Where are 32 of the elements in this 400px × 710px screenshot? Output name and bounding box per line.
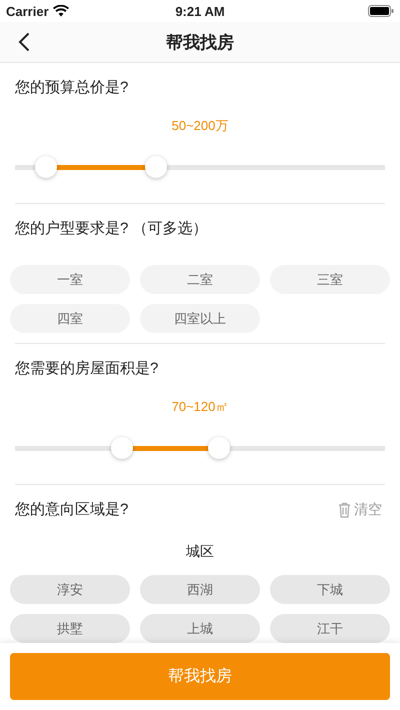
slider-thumb[interactable] (35, 156, 58, 178)
slider-thumb[interactable] (110, 437, 133, 459)
carrier-label: Carrier (6, 4, 49, 18)
slider-thumb[interactable] (144, 156, 167, 178)
range-value: 50~200万 (172, 118, 228, 133)
back-icon (18, 32, 30, 52)
option-chip[interactable]: 三室 (270, 265, 390, 294)
option-chip[interactable]: 西湖 (140, 575, 260, 604)
back-button[interactable] (18, 32, 30, 52)
question-label: 您的预算总价是? (15, 78, 128, 97)
trash-icon (338, 502, 351, 518)
submit-button[interactable]: 帮我找房 (10, 653, 390, 700)
page-title: 帮我找房 (166, 32, 234, 54)
group-label: 城区 (186, 543, 214, 559)
status-time: 9:21 AM (175, 4, 225, 18)
option-chip[interactable]: 江干 (270, 614, 390, 643)
question-label: 您的户型要求是? （可多选） (15, 219, 208, 238)
option-chip[interactable]: 二室 (140, 265, 260, 294)
option-chip[interactable]: 下城 (270, 575, 390, 604)
question-label: 您的意向区域是? (15, 500, 128, 519)
option-chip[interactable]: 上城 (140, 614, 260, 643)
option-chip[interactable]: 四室 (10, 304, 130, 333)
option-chip[interactable]: 一室 (10, 265, 130, 294)
wifi-icon (52, 5, 69, 17)
option-chip[interactable]: 拱墅 (10, 614, 130, 643)
clear-button[interactable]: 清空 (338, 500, 382, 518)
battery-icon (368, 5, 394, 17)
slider-thumb[interactable] (208, 437, 230, 459)
option-chip[interactable]: 四室以上 (140, 304, 260, 333)
range-value: 70~120㎡ (172, 399, 228, 414)
option-chip[interactable]: 淳安 (10, 575, 130, 604)
question-label: 您需要的房屋面积是? (15, 359, 158, 378)
